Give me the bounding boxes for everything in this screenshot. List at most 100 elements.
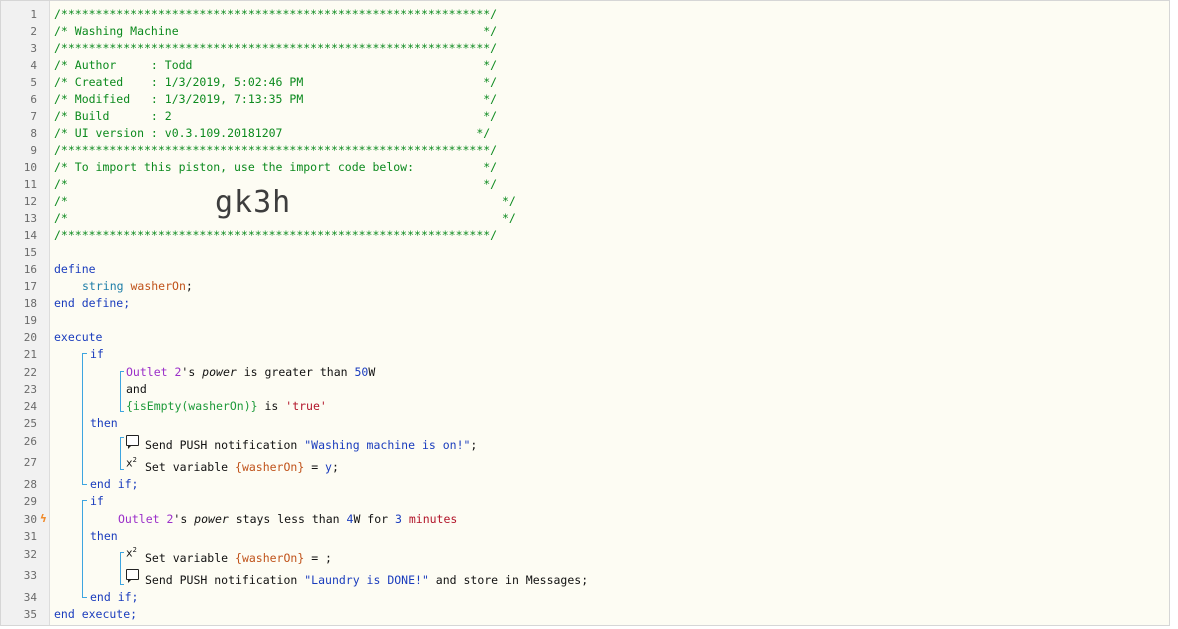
line-number: 15 <box>23 246 37 259</box>
comparison-operator: stays less than <box>228 512 347 526</box>
line-number: 5 <box>30 76 37 89</box>
attribute-name: power <box>202 365 237 379</box>
statement-action: Set variable <box>145 460 236 474</box>
condition-power-greater[interactable]: Outlet 2's power is greater than 50W <box>126 365 375 379</box>
line-number: 29 <box>23 495 37 508</box>
set-variable-icon: x2 <box>126 456 137 470</box>
device-name: Outlet 2 <box>118 512 174 526</box>
line-number: 34 <box>23 591 37 604</box>
line-number: 27 <box>23 456 37 469</box>
end-if-keyword: end if; <box>90 477 139 491</box>
device-name: Outlet 2 <box>126 365 182 379</box>
line-number: 13 <box>23 212 37 225</box>
header-created: /* Created : 1/3/2019, 5:02:46 PM */ <box>54 75 498 89</box>
statement-action: Send PUSH notification <box>145 438 305 452</box>
header-import-hint: /* To import this piston, use the import… <box>54 160 498 174</box>
line-number: 3 <box>30 42 37 55</box>
if-block-bracket <box>82 353 83 484</box>
if-block-bracket <box>82 500 83 597</box>
execute-keyword[interactable]: execute <box>54 330 102 344</box>
header-border: /***************************************… <box>54 143 498 157</box>
bracket-tick <box>82 353 87 354</box>
statement-message: "Laundry is DONE!" <box>304 573 429 587</box>
line-number: 18 <box>23 297 37 310</box>
line-number: 2 <box>30 25 37 38</box>
comparison-unit: W for <box>353 512 395 526</box>
line-number: 12 <box>23 195 37 208</box>
line-number: 23 <box>23 383 37 396</box>
statement-action: Send PUSH notification <box>145 573 305 587</box>
statement-set-variable-empty[interactable]: Set variable {washerOn} = ; <box>145 551 332 565</box>
expression: {isEmpty(washerOn)} <box>126 399 258 413</box>
statement-terminator: ; <box>470 438 478 452</box>
bracket-tick <box>82 500 87 501</box>
header-blank-close: */ <box>502 211 516 225</box>
piston-code-editor: 1 2 3 4 5 6 7 8 9 10 11 12 13 14 15 16 17 18 19 20 21 22 23 24 2… <box>0 0 1170 626</box>
line-number: 17 <box>23 280 37 293</box>
icon-glyph-exponent: 2 <box>132 456 137 464</box>
define-keyword[interactable]: define <box>54 262 96 276</box>
variable-reference: {washerOn} <box>235 551 305 565</box>
header-blank-open: /* <box>54 194 68 208</box>
variable-declaration[interactable]: string washerOn; <box>82 279 193 293</box>
attribute-name: power <box>194 512 229 526</box>
bracket-tick <box>82 484 87 485</box>
header-ui-version: /* UI version : v0.3.109.20181207 */ <box>54 126 491 140</box>
line-number: 26 <box>23 435 37 448</box>
comparison-value: 50 <box>354 365 369 379</box>
bracket-tick <box>120 584 124 585</box>
bracket-tick <box>120 371 124 372</box>
assignment-operator: = ; <box>304 551 332 565</box>
icon-glyph-base: x <box>126 546 133 560</box>
bracket-tick <box>120 437 124 438</box>
statement-action: Set variable <box>145 551 236 565</box>
line-number: 30 <box>23 513 37 526</box>
possessive: 's <box>181 365 203 379</box>
condition-is-empty[interactable]: {isEmpty(washerOn)} is 'true' <box>126 399 327 413</box>
condition-group-bracket <box>120 371 121 411</box>
assignment-operator: = <box>304 460 326 474</box>
line-number: 31 <box>23 530 37 543</box>
line-number: 16 <box>23 263 37 276</box>
icon-glyph-base: x <box>126 456 133 470</box>
bracket-tick <box>82 597 87 598</box>
message-icon <box>126 569 139 583</box>
line-number: 28 <box>23 478 37 491</box>
statement-terminator: ; <box>331 460 339 474</box>
set-variable-icon: x2 <box>126 546 137 560</box>
possessive: 's <box>173 512 195 526</box>
line-number: 24 <box>23 400 37 413</box>
statement-send-push-washing[interactable]: Send PUSH notification "Washing machine … <box>145 438 477 452</box>
icon-glyph-exponent: 2 <box>132 546 137 554</box>
line-number: 9 <box>30 144 37 157</box>
line-number: 19 <box>23 314 37 327</box>
header-border: /***************************************… <box>54 41 498 55</box>
bracket-tick <box>120 552 124 553</box>
line-number: 11 <box>23 178 37 191</box>
trigger-bolt-icon: ϟ <box>40 512 47 525</box>
line-number: 35 <box>23 608 37 621</box>
bracket-tick <box>120 469 124 470</box>
message-icon <box>126 435 139 449</box>
if-keyword[interactable]: if <box>90 347 104 361</box>
statement-set-variable-y[interactable]: Set variable {washerOn} = y; <box>145 460 339 474</box>
if-keyword[interactable]: if <box>90 494 104 508</box>
comparison-operator: is greater than <box>236 365 355 379</box>
import-code: gk3h <box>215 185 292 220</box>
line-number-gutter: 1 2 3 4 5 6 7 8 9 10 11 12 13 14 15 16 17 18 19 20 21 22 23 24 2… <box>1 1 50 625</box>
condition-power-stays-less[interactable]: Outlet 2's power stays less than 4W for … <box>118 512 457 526</box>
line-number: 6 <box>30 93 37 106</box>
duration-unit: minutes <box>401 512 458 526</box>
statement-send-push-laundry[interactable]: Send PUSH notification "Laundry is DONE!… <box>145 573 588 587</box>
line-number: 8 <box>30 127 37 140</box>
line-number: 14 <box>23 229 37 242</box>
end-define-keyword: end define; <box>54 296 131 310</box>
assigned-value: y <box>325 460 332 474</box>
header-build: /* Build : 2 */ <box>54 109 498 123</box>
line-number: 1 <box>30 8 37 21</box>
comparison-operator: is <box>257 399 286 413</box>
variable-type: string <box>82 279 124 293</box>
logical-operator-and[interactable]: and <box>126 382 147 396</box>
statement-suffix: and store in Messages; <box>428 573 589 587</box>
then-keyword: then <box>90 529 118 543</box>
